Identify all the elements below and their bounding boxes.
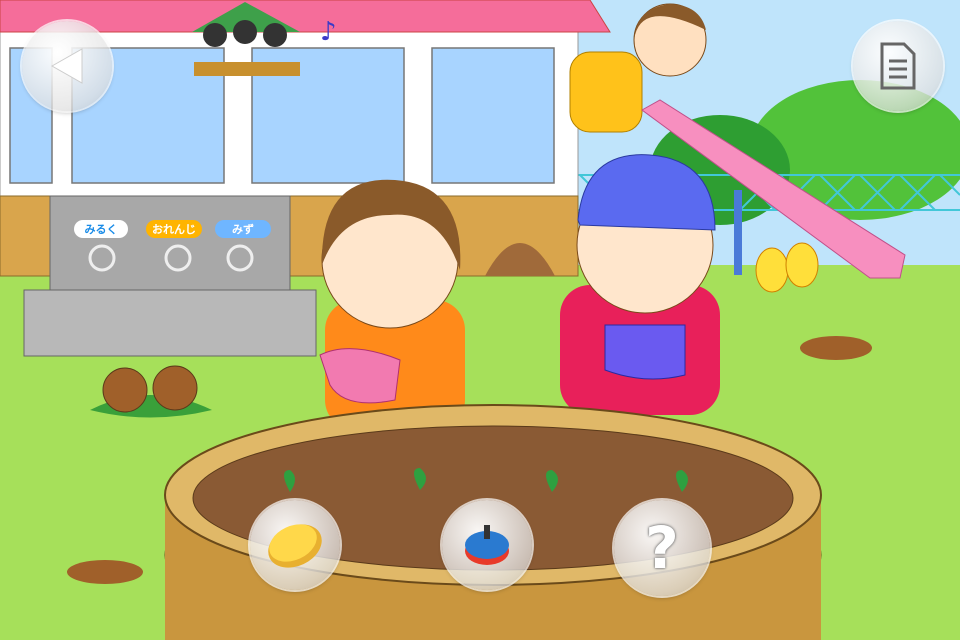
- bird: [233, 20, 257, 44]
- birdhouse: [194, 62, 300, 76]
- dirt-mound: [67, 560, 143, 584]
- question-mark-icon: ?: [645, 514, 679, 582]
- faucet-label-orange[interactable]: おれんじ: [146, 220, 202, 238]
- slide-top: [569, 51, 643, 133]
- blue-watering-can: [604, 324, 686, 380]
- butterfly: [755, 247, 789, 293]
- sink: [23, 289, 317, 357]
- question-button[interactable]: ?: [614, 500, 710, 596]
- potato: [102, 367, 148, 413]
- back-button[interactable]: [22, 21, 112, 111]
- music-note-icon: ♪: [320, 17, 337, 47]
- dirt-mound: [800, 336, 872, 360]
- spinning-top-icon: [465, 525, 509, 565]
- menu-button[interactable]: [853, 21, 943, 111]
- back-arrow-icon: [50, 48, 83, 84]
- bird: [203, 23, 227, 47]
- document-icon: [880, 42, 916, 90]
- coin-icon: [268, 524, 322, 568]
- coin-button[interactable]: [250, 500, 340, 590]
- roof: [0, 0, 611, 33]
- faucet-label-water[interactable]: みず: [215, 220, 271, 238]
- faucet-label-milk[interactable]: みるく: [74, 220, 128, 238]
- faucet-station: [49, 195, 291, 296]
- potato: [152, 365, 198, 411]
- spinning-top-button[interactable]: [442, 500, 532, 590]
- butterfly-wing: [785, 242, 819, 288]
- bird: [263, 23, 287, 47]
